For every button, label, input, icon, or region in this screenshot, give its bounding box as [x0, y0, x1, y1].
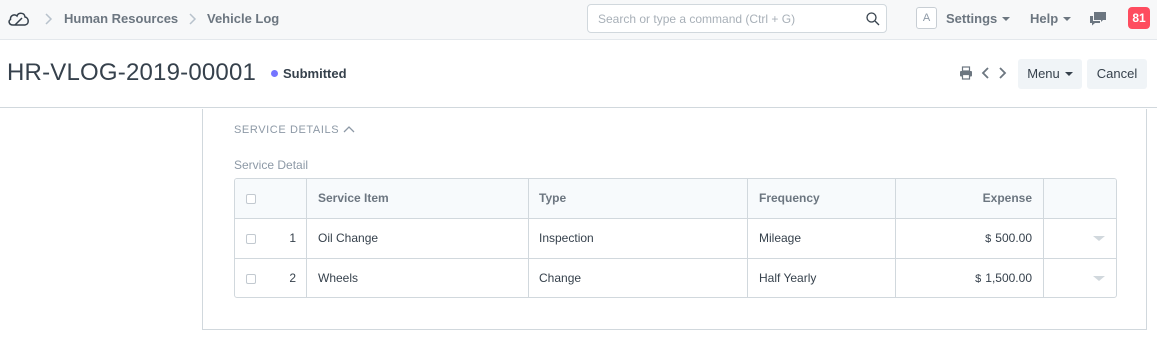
breadcrumb-separator-icon	[45, 13, 53, 25]
row-select-cell: 1	[235, 219, 307, 258]
page-header: HR-VLOG-2019-00001 Submitted Menu Cancel	[0, 40, 1157, 108]
table-header-row: Service Item Type Frequency Expense	[235, 179, 1116, 219]
row-checkbox[interactable]	[246, 274, 256, 284]
row-actions-cell	[1044, 259, 1116, 297]
navbar: Human Resources Vehicle Log Search or ty…	[0, 0, 1157, 40]
chevron-left-icon[interactable]	[979, 66, 993, 80]
row-expand-caret-icon[interactable]	[1093, 236, 1105, 241]
column-header-frequency: Frequency	[748, 179, 896, 218]
avatar[interactable]: A	[916, 7, 937, 29]
search-placeholder: Search or type a command (Ctrl + G)	[598, 12, 796, 26]
search-icon[interactable]	[865, 11, 881, 27]
row-index: 2	[289, 271, 296, 285]
frequency-cell[interactable]: Half Yearly	[748, 259, 896, 297]
column-header-service-item: Service Item	[307, 179, 529, 218]
notification-badge[interactable]: 81	[1128, 7, 1150, 29]
table-row[interactable]: 1 Oil Change Inspection Mileage $500.00	[235, 219, 1116, 259]
breadcrumb-human-resources[interactable]: Human Resources	[64, 11, 178, 26]
select-all-cell	[235, 179, 307, 218]
settings-label: Settings	[946, 11, 998, 26]
settings-dropdown[interactable]: Settings	[946, 11, 1011, 26]
currency-symbol: $	[985, 233, 992, 245]
chat-icon[interactable]	[1089, 11, 1107, 27]
chevron-up-icon[interactable]	[343, 125, 355, 133]
service-detail-table: Service Item Type Frequency Expense 1 Oi…	[234, 178, 1117, 298]
caret-down-icon	[1064, 71, 1073, 76]
row-select-cell: 2	[235, 259, 307, 297]
expense-value: 1,500.00	[985, 271, 1032, 285]
column-header-type: Type	[529, 179, 748, 218]
row-checkbox[interactable]	[246, 234, 256, 244]
page-title: HR-VLOG-2019-00001	[7, 59, 257, 86]
expense-cell[interactable]: $500.00	[896, 219, 1044, 258]
column-header-expense: Expense	[896, 179, 1044, 218]
row-actions-cell	[1044, 219, 1116, 258]
type-cell[interactable]: Inspection	[529, 219, 748, 258]
type-cell[interactable]: Change	[529, 259, 748, 297]
menu-button[interactable]: Menu	[1018, 59, 1082, 89]
status-indicator-dot	[271, 70, 278, 77]
menu-label: Menu	[1027, 66, 1060, 81]
currency-symbol: $	[975, 273, 982, 285]
cancel-button[interactable]: Cancel	[1087, 59, 1147, 89]
help-dropdown[interactable]: Help	[1030, 11, 1072, 26]
cloud-logo-icon[interactable]	[7, 9, 31, 29]
row-expand-caret-icon[interactable]	[1093, 276, 1105, 281]
help-label: Help	[1030, 11, 1059, 26]
expense-cell[interactable]: $1,500.00	[896, 259, 1044, 297]
service-details-section: SERVICE DETAILS Service Detail Service I…	[202, 109, 1147, 330]
expense-value: 500.00	[995, 231, 1032, 245]
caret-down-icon	[1063, 16, 1072, 21]
service-item-cell[interactable]: Wheels	[307, 259, 529, 297]
breadcrumb-vehicle-log[interactable]: Vehicle Log	[207, 11, 279, 26]
print-icon[interactable]	[959, 66, 973, 80]
service-detail-label: Service Detail	[234, 158, 309, 172]
table-row[interactable]: 2 Wheels Change Half Yearly $1,500.00	[235, 259, 1116, 297]
search-input[interactable]: Search or type a command (Ctrl + G)	[587, 4, 887, 33]
section-heading[interactable]: SERVICE DETAILS	[234, 124, 339, 136]
caret-down-icon	[1002, 16, 1011, 21]
row-index: 1	[289, 231, 296, 245]
service-item-cell[interactable]: Oil Change	[307, 219, 529, 258]
status-badge: Submitted	[283, 66, 347, 81]
frequency-cell[interactable]: Mileage	[748, 219, 896, 258]
breadcrumb-separator-icon	[189, 13, 197, 25]
column-header-actions	[1044, 179, 1116, 218]
chevron-right-icon[interactable]	[995, 66, 1009, 80]
select-all-checkbox[interactable]	[246, 194, 256, 204]
